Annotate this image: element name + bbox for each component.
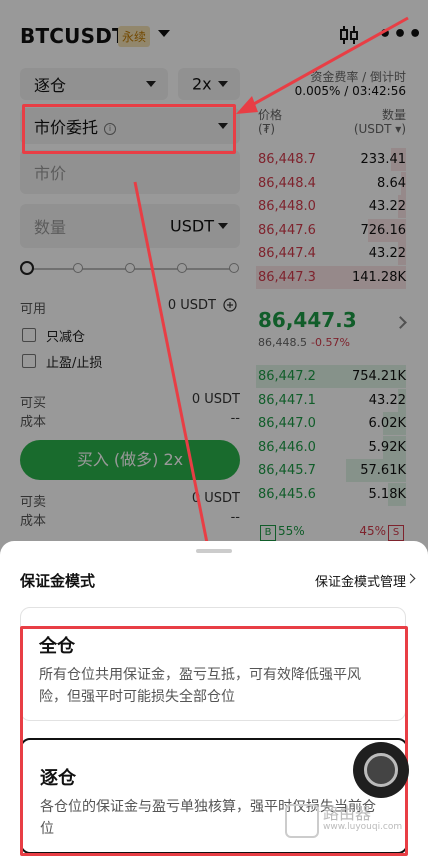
- annotation-box-order-type: [22, 104, 236, 154]
- floating-assist-button[interactable]: [353, 742, 409, 798]
- watermark-logo: [285, 804, 319, 838]
- margin-mode-manage-link[interactable]: 保证金模式管理: [315, 571, 406, 590]
- chevron-right-icon: [405, 573, 416, 584]
- watermark: 路由器 www.luyouqi.com: [285, 800, 415, 840]
- watermark-url: www.luyouqi.com: [323, 822, 403, 832]
- watermark-title: 路由器: [323, 804, 372, 823]
- assist-ring-icon: [364, 753, 398, 787]
- sheet-title: 保证金模式: [20, 572, 96, 590]
- sheet-handle[interactable]: [196, 549, 232, 553]
